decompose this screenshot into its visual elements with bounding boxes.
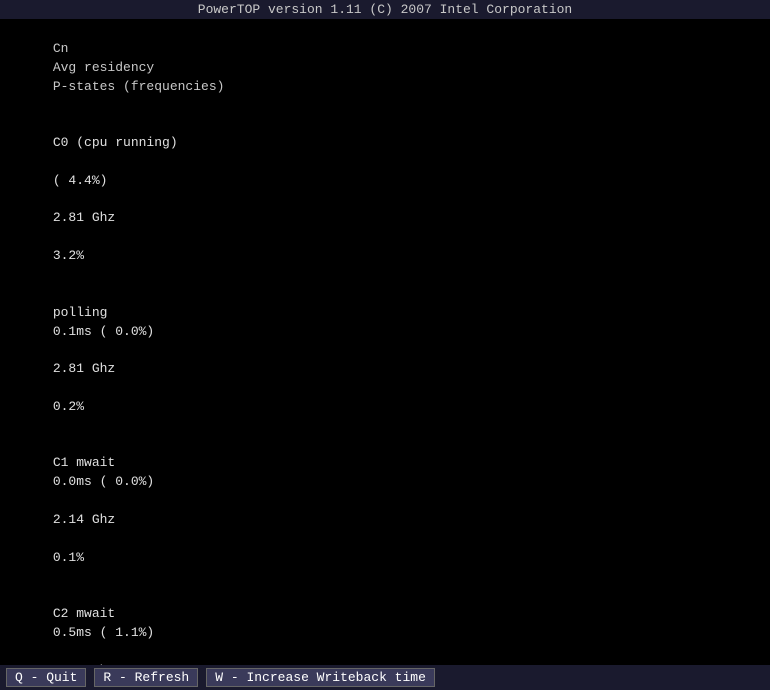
main-content: Cn Avg residency P-states (frequencies) … xyxy=(0,19,770,665)
terminal-window: PowerTOP version 1.11 (C) 2007 Intel Cor… xyxy=(0,0,770,690)
title-text: PowerTOP version 1.11 (C) 2007 Intel Cor… xyxy=(198,2,572,17)
bottom-bar: Q - Quit R - Refresh W - Increase Writeb… xyxy=(0,665,770,690)
cpu-state-row-3: C2 mwait 0.5ms ( 1.1%) 1.60 Ghz 0.4% xyxy=(6,586,764,665)
title-bar: PowerTOP version 1.11 (C) 2007 Intel Cor… xyxy=(0,0,770,19)
cpu-state-row-1: polling 0.1ms ( 0.0%) 2.81 Ghz 0.2% xyxy=(6,285,764,436)
cpu-state-row-0: C0 (cpu running) ( 4.4%) 2.81 Ghz 3.2% xyxy=(6,115,764,285)
header-row: Cn Avg residency P-states (frequencies) xyxy=(6,21,764,115)
col3-header: P-states (frequencies) xyxy=(53,79,225,94)
quit-button[interactable]: Q - Quit xyxy=(6,668,86,687)
writeback-button[interactable]: W - Increase Writeback time xyxy=(206,668,435,687)
refresh-button[interactable]: R - Refresh xyxy=(94,668,198,687)
cpu-state-row-2: C1 mwait 0.0ms ( 0.0%) 2.14 Ghz 0.1% xyxy=(6,436,764,587)
col2-header: Avg residency xyxy=(53,60,225,75)
col1-header: Cn xyxy=(53,41,178,56)
